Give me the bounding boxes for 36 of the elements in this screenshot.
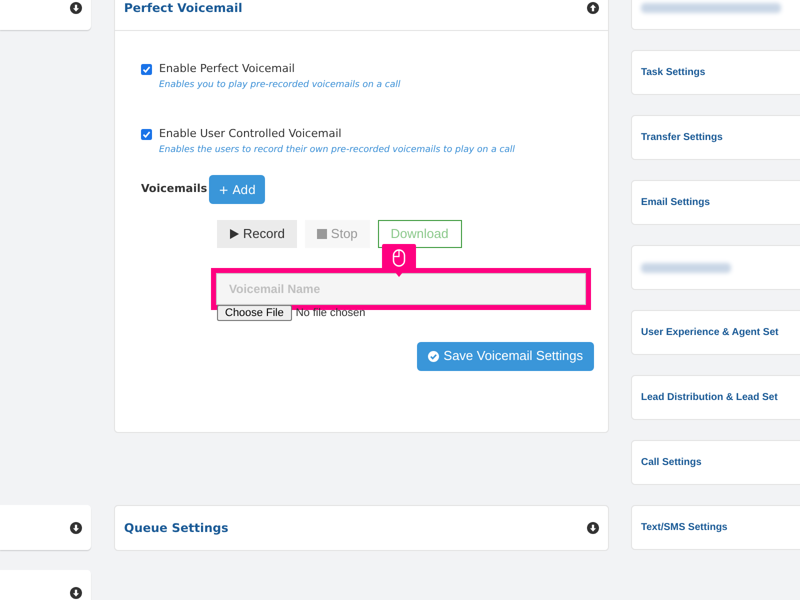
checkbox[interactable] <box>141 129 152 140</box>
settings-card[interactable]: Task Settings <box>631 50 800 95</box>
option-hint: Enables you to play pre-recorded voicemails on a call <box>159 78 400 92</box>
settings-card[interactable]: Call Settings <box>631 440 800 485</box>
expand-icon[interactable] <box>70 586 82 598</box>
file-status: No file chosen <box>296 306 366 321</box>
choose-file-button[interactable]: Choose File <box>217 305 292 322</box>
expand-icon[interactable] <box>587 522 599 534</box>
record-button[interactable]: Record <box>217 220 297 248</box>
card-title: Task Settings <box>641 66 706 80</box>
card-title: Call Settings <box>641 456 702 470</box>
card-title: Email Settings <box>641 196 710 210</box>
settings-card[interactable]: User Experience & Agent Set <box>631 310 800 355</box>
play-icon <box>229 229 239 239</box>
settings-card[interactable]: Email Settings <box>631 180 800 225</box>
voicemails-label: Voicemails <box>141 181 208 198</box>
check-circle-icon <box>428 350 439 362</box>
settings-card[interactable]: Lead Distribution & Lead Set <box>631 375 800 420</box>
option-hint: Enables the users to record their own pre-recorded voicemails to play on a call <box>159 144 515 156</box>
card-title: Transfer Settings <box>641 131 723 145</box>
option-label: Enable User Controlled Voicemail <box>159 126 342 142</box>
settings-card[interactable]: Text/SMS Settings <box>631 505 800 550</box>
panel-title[interactable]: Queue Settings <box>124 519 228 537</box>
collapse-icon[interactable] <box>587 2 599 14</box>
stop-icon <box>316 229 327 239</box>
settings-card[interactable]: Transfer Settings <box>631 115 800 160</box>
expand-icon[interactable] <box>70 522 82 534</box>
queue-panel[interactable]: Queue Settings <box>114 505 609 551</box>
card-title: Text/SMS Settings <box>641 521 728 535</box>
expand-icon[interactable] <box>70 2 82 14</box>
collapsed-card[interactable] <box>0 505 91 550</box>
panel-title[interactable]: Perfect Voicemail <box>124 0 242 17</box>
card-title: User Experience & Agent Set <box>641 326 778 340</box>
checkbox[interactable] <box>141 64 152 75</box>
option-label: Enable Perfect Voicemail <box>159 61 296 77</box>
card-title: Lead Distribution & Lead Set <box>641 391 778 405</box>
